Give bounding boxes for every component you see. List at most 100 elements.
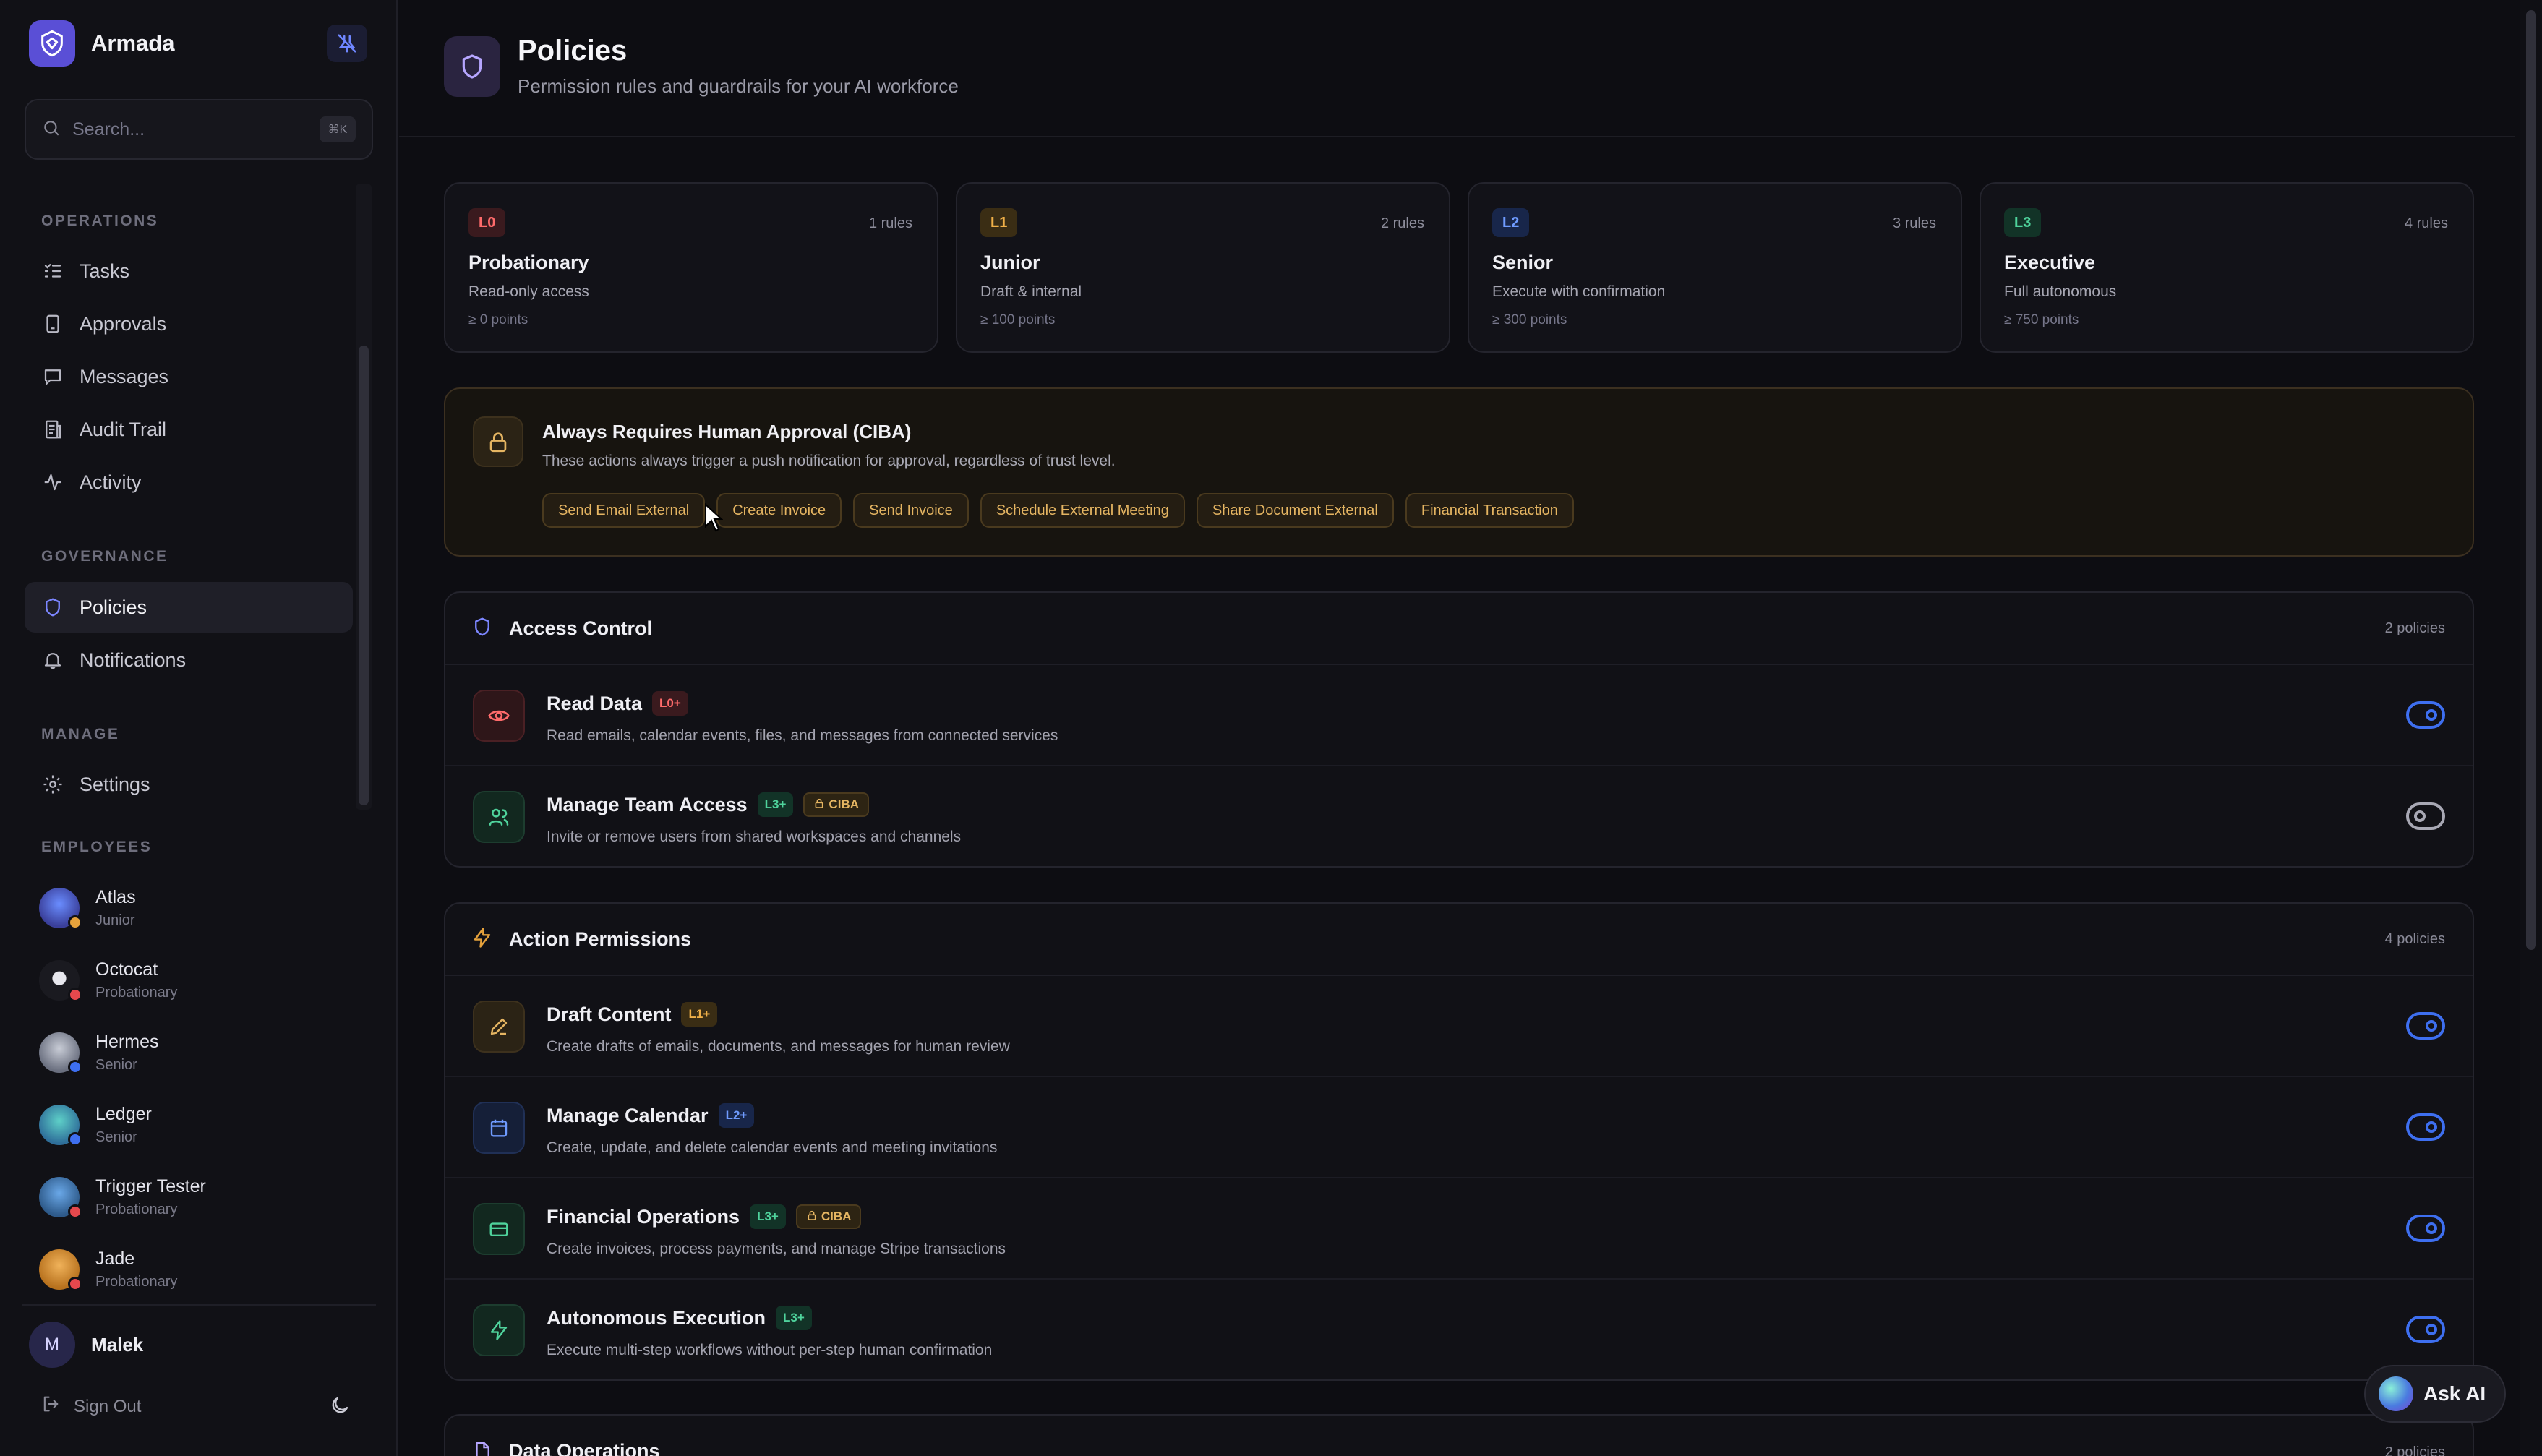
clipboard-icon xyxy=(40,312,65,336)
tier-card-l0[interactable]: L0 1 rules Probationary Read-only access… xyxy=(444,182,938,353)
policy-row-autonomous-execution: Autonomous Execution L3+ Execute multi-s… xyxy=(445,1280,2473,1379)
employee-item-hermes[interactable]: Hermes Senior xyxy=(39,1022,357,1083)
level-badge: L3+ xyxy=(776,1306,812,1330)
section-data-operations: Data Operations 2 policies xyxy=(444,1414,2474,1456)
employee-name: Octocat xyxy=(95,959,158,980)
lock-icon xyxy=(473,416,523,467)
tier-card-l3[interactable]: L3 4 rules Executive Full autonomous ≥ 7… xyxy=(1980,182,2474,353)
tier-card-l1[interactable]: L1 2 rules Junior Draft & internal ≥ 100… xyxy=(956,182,1450,353)
theme-toggle-button[interactable] xyxy=(325,1392,354,1421)
collapse-sidebar-button[interactable] xyxy=(327,25,367,62)
tier-name: Junior xyxy=(980,252,1040,273)
employee-name: Atlas xyxy=(95,887,136,907)
search-box[interactable]: ⌘K xyxy=(25,99,373,160)
policy-toggle-manage-calendar[interactable] xyxy=(2406,1113,2445,1141)
sidebar-scrollbar[interactable] xyxy=(356,184,372,810)
avatar xyxy=(39,1249,82,1291)
policy-title: Read Data xyxy=(547,692,643,714)
avatar xyxy=(39,888,82,930)
sidebar-item-messages[interactable]: Messages xyxy=(25,351,353,402)
policy-title: Draft Content xyxy=(547,1003,672,1025)
sidebar-item-label: Settings xyxy=(80,773,150,795)
employee-name: Hermes xyxy=(95,1032,159,1052)
avatar xyxy=(39,960,82,1002)
policy-title: Financial Operations xyxy=(547,1205,740,1228)
level-badge: L2+ xyxy=(718,1103,755,1128)
message-icon xyxy=(40,364,65,389)
section-title: Data Operations xyxy=(509,1440,660,1456)
avatar xyxy=(39,1032,82,1074)
eye-icon xyxy=(473,690,525,742)
credit-card-icon xyxy=(473,1203,525,1255)
ciba-chip-send-email-external[interactable]: Send Email External xyxy=(542,493,706,528)
ciba-chip-send-invoice[interactable]: Send Invoice xyxy=(853,493,969,528)
sidebar-item-policies[interactable]: Policies xyxy=(25,582,353,633)
main-scrollbar-thumb[interactable] xyxy=(2526,10,2536,950)
ciba-title: Always Requires Human Approval (CIBA) xyxy=(542,421,912,442)
section-label-governance: GOVERNANCE xyxy=(41,548,168,565)
sidebar-item-label: Messages xyxy=(80,365,169,387)
policy-row-manage-team-access: Manage Team Access L3+ CIBA Invite or re… xyxy=(445,766,2473,866)
policy-toggle-autonomous-execution[interactable] xyxy=(2406,1316,2445,1343)
tier-rules-count: 4 rules xyxy=(2404,215,2448,231)
sidebar-item-label: Audit Trail xyxy=(80,418,167,440)
level-badge: L3+ xyxy=(750,1204,786,1229)
ciba-badge-label: CIBA xyxy=(829,797,859,811)
sidebar-scrollbar-thumb[interactable] xyxy=(359,346,369,805)
tier-name: Probationary xyxy=(468,252,589,273)
sidebar-item-notifications[interactable]: Notifications xyxy=(25,635,353,685)
ciba-badge: CIBA xyxy=(803,792,869,817)
employee-item-ledger[interactable]: Ledger Senior xyxy=(39,1095,357,1155)
sidebar-divider xyxy=(22,1304,376,1306)
sidebar-item-approvals[interactable]: Approvals xyxy=(25,299,353,349)
policy-title: Autonomous Execution xyxy=(547,1306,766,1329)
tier-name: Executive xyxy=(2004,252,2096,273)
lock-icon xyxy=(813,797,825,813)
employee-item-trigger-tester[interactable]: Trigger Tester Probationary xyxy=(39,1167,357,1228)
sign-out-label: Sign Out xyxy=(74,1396,142,1416)
tier-name: Senior xyxy=(1492,252,1554,273)
tier-points: ≥ 300 points xyxy=(1492,312,1567,327)
sign-out-button[interactable]: Sign Out xyxy=(40,1394,141,1419)
ask-ai-button[interactable]: Ask AI xyxy=(2364,1365,2506,1423)
employee-item-octocat[interactable]: Octocat Probationary xyxy=(39,950,357,1011)
search-input[interactable] xyxy=(72,119,320,140)
shield-icon xyxy=(471,616,493,641)
sidebar-item-settings[interactable]: Settings xyxy=(25,759,353,810)
employee-name: Jade xyxy=(95,1249,135,1269)
employee-role: Probationary xyxy=(95,1202,178,1217)
page-subtitle: Permission rules and guardrails for your… xyxy=(518,75,959,97)
sidebar-item-audit-trail[interactable]: Audit Trail xyxy=(25,404,353,455)
search-icon xyxy=(42,119,61,141)
ciba-chip-schedule-external-meeting[interactable]: Schedule External Meeting xyxy=(980,493,1185,528)
user-profile[interactable]: M Malek xyxy=(29,1322,143,1368)
brand[interactable]: Armada xyxy=(29,20,174,67)
tier-description: Execute with confirmation xyxy=(1492,283,1666,300)
avatar xyxy=(39,1105,82,1147)
policy-description: Invite or remove users from shared works… xyxy=(547,828,962,845)
ciba-action-chips: Send Email External Create Invoice Send … xyxy=(542,493,1574,528)
section-label-operations: OPERATIONS xyxy=(41,213,159,229)
policy-toggle-read-data[interactable] xyxy=(2406,701,2445,729)
employee-item-atlas[interactable]: Atlas Junior xyxy=(39,878,357,938)
policy-toggle-draft-content[interactable] xyxy=(2406,1012,2445,1040)
avatar xyxy=(39,1177,82,1219)
tier-card-l2[interactable]: L2 3 rules Senior Execute with confirmat… xyxy=(1468,182,1962,353)
tier-rules-count: 3 rules xyxy=(1892,215,1936,231)
policy-description: Create, update, and delete calendar even… xyxy=(547,1139,998,1156)
sidebar-item-tasks[interactable]: Tasks xyxy=(25,246,353,296)
ciba-chip-financial-transaction[interactable]: Financial Transaction xyxy=(1405,493,1574,528)
sidebar-item-activity[interactable]: Activity xyxy=(25,457,353,508)
section-access-control: Access Control 2 policies Read Data L0+ … xyxy=(444,591,2474,868)
level-badge: L0+ xyxy=(652,691,688,716)
main-scrollbar[interactable] xyxy=(2520,0,2542,1456)
moon-icon xyxy=(329,1395,351,1420)
employee-role: Senior xyxy=(95,1129,137,1145)
policy-toggle-financial-operations[interactable] xyxy=(2406,1215,2445,1242)
ciba-description: These actions always trigger a push noti… xyxy=(542,453,1116,469)
employee-item-jade[interactable]: Jade Probationary xyxy=(39,1239,357,1300)
ciba-chip-share-document-external[interactable]: Share Document External xyxy=(1196,493,1394,528)
sidebar-item-label: Activity xyxy=(80,471,142,493)
ciba-chip-create-invoice[interactable]: Create Invoice xyxy=(716,493,842,528)
policy-toggle-manage-team-access[interactable] xyxy=(2406,802,2445,830)
